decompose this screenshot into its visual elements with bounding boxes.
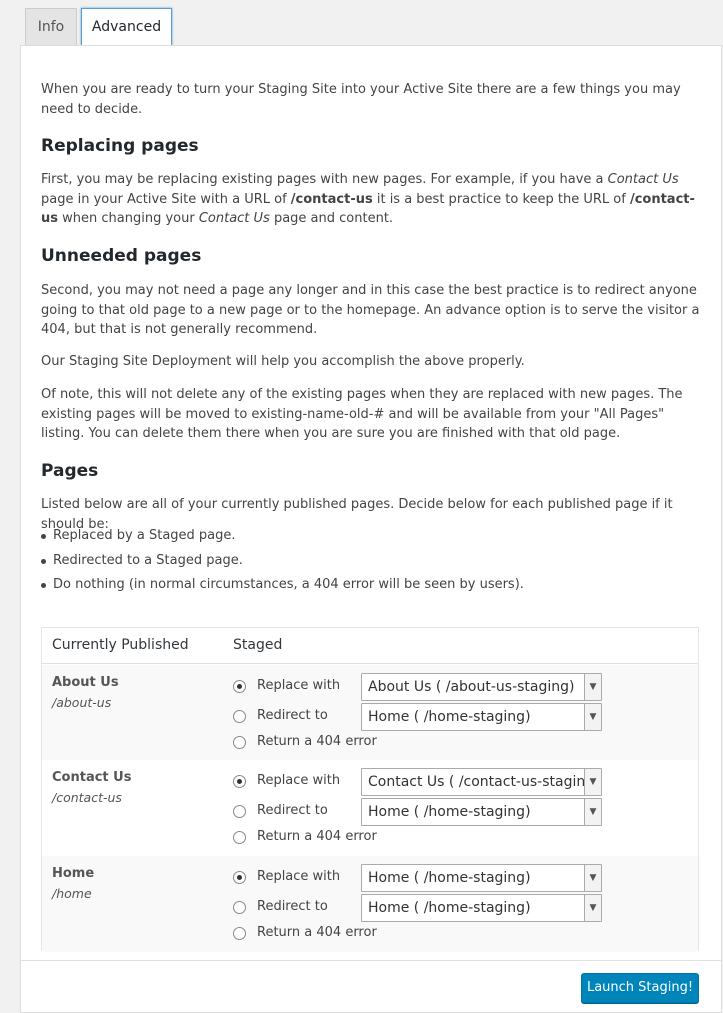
replace-select-value: Contact Us ( /contact-us-staging) (368, 774, 600, 790)
replace-radio[interactable] (233, 871, 246, 884)
redirect-radio[interactable] (233, 805, 246, 818)
redirect-select-value: Home ( /home-staging) (368, 709, 531, 725)
list-item: Redirected to a Staged page. (41, 549, 524, 574)
error-label: Return a 404 error (257, 734, 377, 749)
error-label: Return a 404 error (257, 925, 377, 940)
replace-select-value: About Us ( /about-us-staging) (368, 679, 575, 695)
intro-text: When you are ready to turn your Staging … (41, 82, 681, 117)
table-row: About Us /about-us Replace with Redirect… (42, 665, 698, 761)
column-header-published: Currently Published (52, 637, 189, 653)
replace-radio[interactable] (233, 680, 246, 693)
tab-info[interactable]: Info (25, 8, 77, 45)
note-text: Of note, this will not delete any of the… (41, 387, 683, 442)
launch-staging-button[interactable]: Launch Staging! (581, 973, 699, 1003)
replace-select[interactable]: Home ( /home-staging) ▼ (361, 864, 602, 892)
redirect-select[interactable]: Home ( /home-staging) ▼ (361, 798, 602, 826)
page-title: Home (52, 866, 95, 881)
page-slug: /contact-us (52, 790, 122, 805)
error-radio[interactable] (233, 831, 246, 844)
redirect-radio[interactable] (233, 901, 246, 914)
error-label: Return a 404 error (257, 829, 377, 844)
page-slug: /home (52, 886, 92, 901)
footer-divider (21, 960, 721, 961)
list-item: Replaced by a Staged page. (41, 524, 524, 549)
replace-select[interactable]: Contact Us ( /contact-us-staging) ▼ (361, 768, 602, 796)
redirect-select-value: Home ( /home-staging) (368, 804, 531, 820)
redirect-radio[interactable] (233, 710, 246, 723)
table-header: Currently Published Staged (42, 628, 698, 664)
replacing-pages-heading: Replacing pages (41, 136, 199, 156)
deployment-text: Our Staging Site Deployment will help yo… (41, 354, 525, 369)
table-row: Contact Us /contact-us Replace with Redi… (42, 760, 698, 856)
unneeded-pages-text: Second, you may not need a page any long… (41, 283, 700, 338)
replace-radio[interactable] (233, 775, 246, 788)
error-radio[interactable] (233, 736, 246, 749)
options-list: Replaced by a Staged page. Redirected to… (41, 524, 524, 598)
redirect-select[interactable]: Home ( /home-staging) ▼ (361, 703, 602, 731)
chevron-down-icon[interactable]: ▼ (584, 769, 601, 795)
redirect-select[interactable]: Home ( /home-staging) ▼ (361, 894, 602, 922)
pages-heading: Pages (41, 461, 99, 481)
replace-label: Replace with (257, 678, 341, 693)
page-slug: /about-us (52, 695, 112, 710)
redirect-label: Redirect to (257, 899, 328, 914)
error-radio[interactable] (233, 927, 246, 940)
redirect-label: Redirect to (257, 803, 328, 818)
replace-select-value: Home ( /home-staging) (368, 870, 531, 886)
list-item: Do nothing (in normal circumstances, a 4… (41, 573, 524, 598)
advanced-panel: When you are ready to turn your Staging … (20, 45, 722, 1013)
tab-advanced[interactable]: Advanced (81, 8, 172, 46)
replace-select[interactable]: About Us ( /about-us-staging) ▼ (361, 673, 602, 701)
table-row: Home /home Replace with Redirect to Retu… (42, 856, 698, 952)
page-title: Contact Us (52, 770, 132, 785)
replacing-pages-text: First, you may be replacing existing pag… (41, 172, 695, 227)
replace-label: Replace with (257, 869, 341, 884)
chevron-down-icon[interactable]: ▼ (584, 865, 601, 891)
chevron-down-icon[interactable]: ▼ (584, 799, 601, 825)
page-title: About Us (52, 675, 119, 690)
chevron-down-icon[interactable]: ▼ (584, 674, 601, 700)
replace-label: Replace with (257, 773, 341, 788)
redirect-label: Redirect to (257, 708, 328, 723)
chevron-down-icon[interactable]: ▼ (584, 704, 601, 730)
pages-table: Currently Published Staged About Us /abo… (41, 627, 699, 952)
unneeded-pages-heading: Unneeded pages (41, 246, 202, 266)
chevron-down-icon[interactable]: ▼ (584, 895, 601, 921)
column-header-staged: Staged (233, 637, 283, 653)
redirect-select-value: Home ( /home-staging) (368, 900, 531, 916)
